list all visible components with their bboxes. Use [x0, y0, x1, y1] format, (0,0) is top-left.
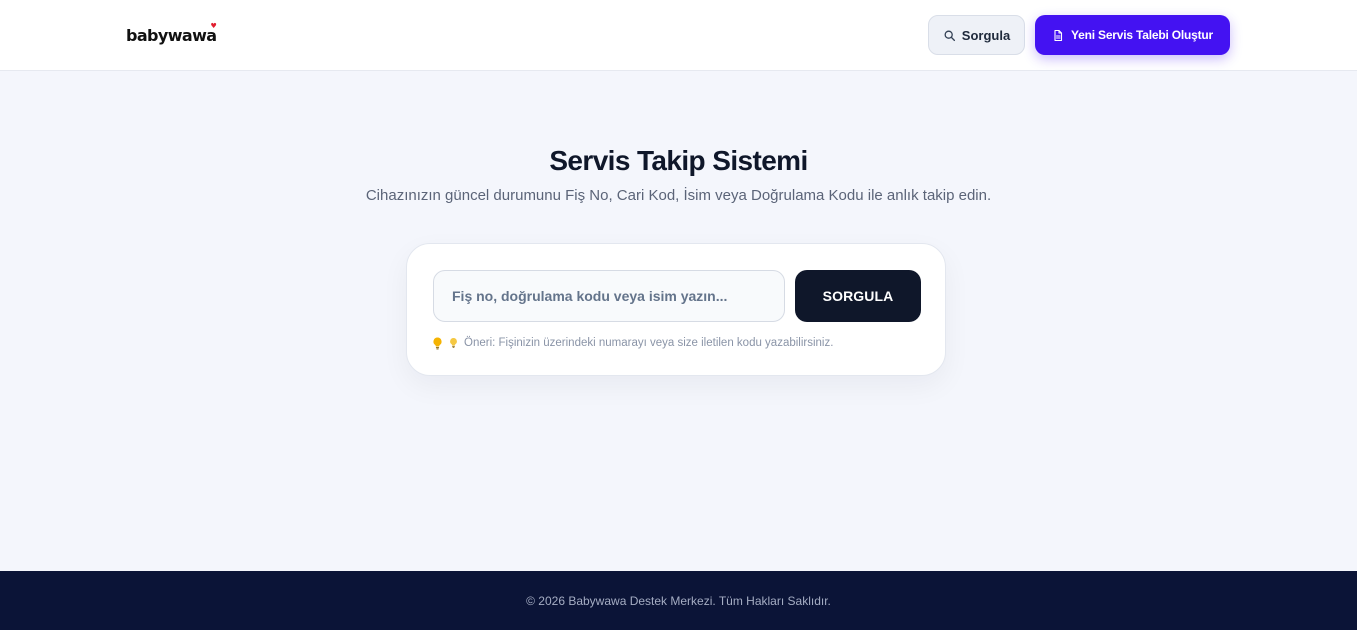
search-card: SORGULA Öneri: Fişinizin üzerindeki numa…	[406, 243, 946, 376]
footer-copyright: © 2026 Babywawa Destek Merkezi. Tüm Hakl…	[526, 593, 831, 608]
lightbulb-icon	[432, 337, 443, 350]
new-service-request-label: Yeni Servis Talebi Oluştur	[1071, 28, 1213, 42]
page-title: Servis Takip Sistemi	[549, 145, 808, 176]
header-query-label: Sorgula	[961, 27, 1011, 43]
new-service-request-button[interactable]: Yeni Servis Talebi Oluştur	[1035, 15, 1230, 55]
search-icon	[943, 29, 956, 42]
search-submit-button[interactable]: SORGULA	[795, 270, 921, 322]
search-hint: Öneri: Fişinizin üzerindeki numarayı vey…	[432, 335, 833, 351]
brand-logo[interactable]: babywawa ♥	[126, 22, 217, 46]
logo-text: babywawa	[126, 26, 217, 45]
top-header: babywawa ♥ Sorgula Yeni Servis Talebi Ol…	[0, 0, 1357, 71]
header-query-button[interactable]: Sorgula	[928, 15, 1025, 55]
lightbulb-icon	[449, 337, 458, 349]
heart-icon: ♥	[210, 22, 217, 30]
hint-text: Öneri: Fişinizin üzerindeki numarayı vey…	[464, 337, 834, 349]
page-subtitle: Cihazınızın güncel durumunu Fiş No, Cari…	[365, 187, 992, 204]
page-footer: © 2026 Babywawa Destek Merkezi. Tüm Hakl…	[0, 571, 1357, 630]
search-input[interactable]	[433, 270, 785, 322]
document-icon	[1052, 29, 1064, 42]
